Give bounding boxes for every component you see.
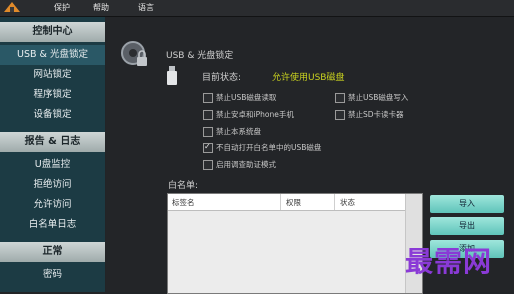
checkbox[interactable] xyxy=(203,127,213,137)
column-divider xyxy=(280,194,281,210)
column-header-permission[interactable]: 权限 xyxy=(286,197,301,208)
column-divider xyxy=(334,194,335,210)
import-button[interactable]: 导入 xyxy=(430,195,504,213)
sidebar-item-device-lock[interactable]: 设备锁定 xyxy=(0,105,105,125)
option-label: 不自动打开白名单中的USB磁盘 xyxy=(216,143,322,152)
sidebar-item-whitelist-log[interactable]: 白名单日志 xyxy=(0,215,105,235)
option-label: 启用调查助证模式 xyxy=(216,160,276,169)
usb-drive-icon xyxy=(167,66,177,85)
section-reports-logs: 报告 & 日志 xyxy=(0,132,105,152)
option-label: 禁止SD卡读卡器 xyxy=(348,110,404,119)
checkbox[interactable] xyxy=(203,160,213,170)
sidebar-item-password[interactable]: 密码 xyxy=(0,265,105,285)
sidebar-item-access-allowed[interactable]: 允许访问 xyxy=(0,195,105,215)
whitelist-label: 白名单: xyxy=(168,181,199,191)
table-header: 标签名 权限 状态 xyxy=(168,194,406,211)
option-label: 禁止安卓和iPhone手机 xyxy=(216,110,294,119)
page-title: USB & 光盘锁定 xyxy=(166,51,234,61)
menu-language[interactable]: 语言 xyxy=(138,1,154,15)
checkbox[interactable] xyxy=(335,93,345,103)
option-label: 禁止本系统盘 xyxy=(216,127,261,136)
watermark: 最需网 xyxy=(405,245,493,278)
menu-bar: 保护 帮助 语言 xyxy=(0,0,514,17)
checkbox-checked[interactable] xyxy=(203,141,213,153)
checkbox[interactable] xyxy=(203,110,213,120)
status-value: 允许使用USB磁盘 xyxy=(272,73,345,83)
checkbox[interactable] xyxy=(203,93,213,103)
checkbox[interactable] xyxy=(335,110,345,120)
column-header-tag-name[interactable]: 标签名 xyxy=(172,197,195,208)
sidebar-item-usb-monitor[interactable]: U盘监控 xyxy=(0,155,105,175)
menu-protect[interactable]: 保护 xyxy=(54,1,70,15)
sidebar-item-usb-cd-lock[interactable]: USB & 光盘锁定 xyxy=(0,45,105,65)
sidebar-item-website-lock[interactable]: 网站锁定 xyxy=(0,65,105,85)
whitelist-table[interactable]: 标签名 权限 状态 xyxy=(167,193,423,294)
option-label: 禁止USB磁盘读取 xyxy=(216,93,277,102)
section-control-center: 控制中心 xyxy=(0,22,105,42)
export-button[interactable]: 导出 xyxy=(430,217,504,235)
option-label: 禁止USB磁盘写入 xyxy=(348,93,409,102)
sidebar-item-access-denied[interactable]: 拒绝访问 xyxy=(0,175,105,195)
column-header-status[interactable]: 状态 xyxy=(340,197,355,208)
app-logo-icon xyxy=(4,2,20,12)
sidebar-item-program-lock[interactable]: 程序锁定 xyxy=(0,85,105,105)
menu-help[interactable]: 帮助 xyxy=(93,1,109,15)
status-label: 目前状态: xyxy=(202,73,242,83)
usb-lock-icon xyxy=(121,41,147,66)
section-general: 正常 xyxy=(0,242,105,262)
